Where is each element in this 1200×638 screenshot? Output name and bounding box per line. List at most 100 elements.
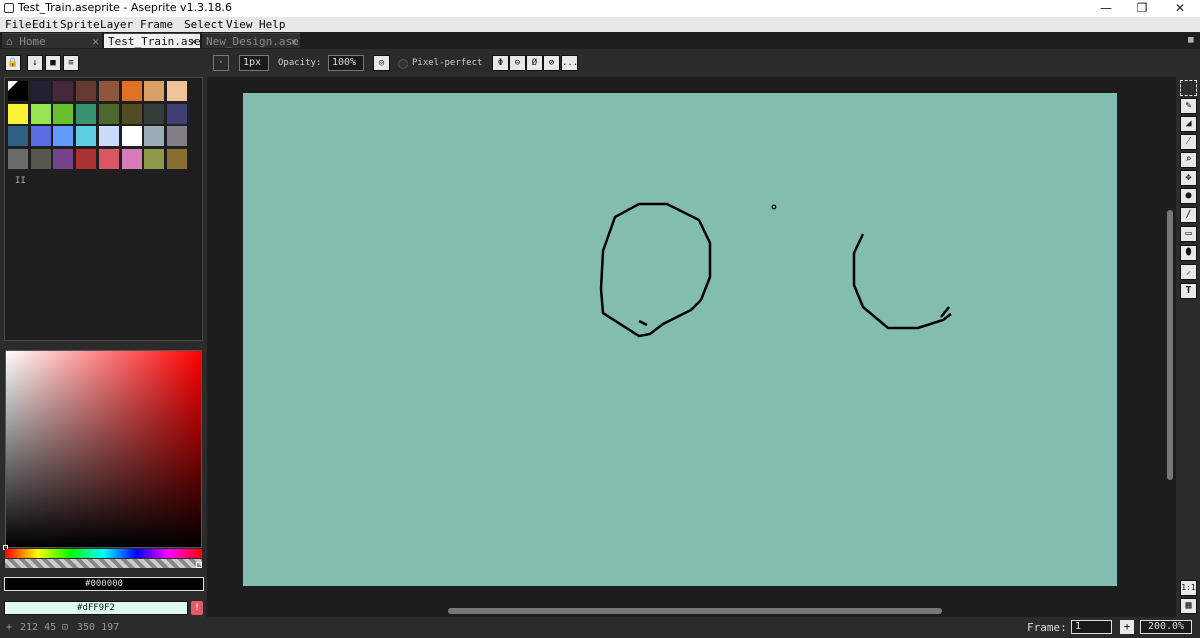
maximize-button[interactable]: ❐ xyxy=(1124,0,1160,17)
text-tool-icon[interactable]: T xyxy=(1180,283,1197,299)
palette-swatch[interactable] xyxy=(52,125,75,147)
palette-swatch[interactable] xyxy=(75,125,98,147)
down-arrow-icon[interactable]: ↓ xyxy=(27,55,43,71)
palette-swatch[interactable] xyxy=(97,80,120,102)
opacity-label: Opacity: xyxy=(278,58,322,68)
rectangle-icon[interactable]: ▭ xyxy=(1180,226,1197,242)
contour-icon[interactable]: ⸝ xyxy=(1180,264,1197,280)
palette-swatch[interactable] xyxy=(120,80,143,102)
vertical-scrollbar[interactable] xyxy=(1167,210,1173,480)
close-window-button[interactable]: ✕ xyxy=(1162,0,1198,17)
palette-swatch[interactable] xyxy=(120,102,143,125)
palette-swatch[interactable] xyxy=(143,147,166,170)
save-palette-icon[interactable]: ■ xyxy=(45,55,61,71)
add-frame-icon[interactable]: + xyxy=(1120,620,1134,634)
foreground-color-field[interactable]: #000000 xyxy=(4,577,204,591)
symmetry-vertical-icon[interactable]: ⊖ xyxy=(509,55,526,71)
status-bar: + 212 45 ⊡ 350 197 Frame: 1 + 200.0% xyxy=(0,617,1200,638)
palette-swatch[interactable] xyxy=(29,102,52,125)
palette-swatch[interactable] xyxy=(7,125,29,147)
sprite-canvas[interactable] xyxy=(243,93,1117,586)
palette-swatch[interactable] xyxy=(165,102,188,125)
pixel-perfect-checkbox[interactable] xyxy=(398,59,408,69)
palette-menu-icon[interactable]: ≡ xyxy=(63,55,79,71)
palette-swatch[interactable] xyxy=(143,125,166,147)
saturation-value-picker[interactable] xyxy=(3,350,202,550)
palette-swatch[interactable] xyxy=(97,102,120,125)
palette-swatch[interactable] xyxy=(143,102,166,125)
palette-swatch[interactable] xyxy=(7,147,29,170)
symmetry-horizontal-icon[interactable]: Φ xyxy=(492,55,509,71)
tab-test-train[interactable]: Test_Train.ase ✕ xyxy=(104,33,201,49)
palette-swatch[interactable] xyxy=(52,102,75,125)
symmetry-off-icon[interactable]: ⊘ xyxy=(543,55,560,71)
alpha-handle[interactable] xyxy=(196,562,202,568)
sprite-size-icon: ⊡ xyxy=(62,622,69,633)
brush-size-field[interactable]: 1px xyxy=(239,55,269,71)
palette-swatch[interactable] xyxy=(52,80,75,102)
rectangular-marquee-icon[interactable] xyxy=(1180,80,1197,96)
cursor-position: 212 45 xyxy=(20,622,57,633)
hue-slider[interactable] xyxy=(5,549,202,558)
palette-swatch[interactable] xyxy=(7,80,29,102)
drawing-strokes xyxy=(599,202,952,338)
pixel-perfect-label: Pixel-perfect xyxy=(412,58,483,68)
close-tab-icon[interactable]: ✕ xyxy=(92,34,99,49)
context-bar: 🔒 ↓ ■ ≡ · 1px Opacity: 100% ◎ Pixel-perf… xyxy=(0,49,1200,77)
palette-swatch[interactable] xyxy=(29,125,52,147)
palette-swatch[interactable] xyxy=(165,147,188,170)
ink-type-icon[interactable]: ◎ xyxy=(373,55,390,71)
close-tab-icon[interactable]: ✕ xyxy=(290,34,297,49)
move-icon[interactable]: ✥ xyxy=(1180,170,1197,186)
palette-swatch[interactable] xyxy=(97,125,120,147)
minimize-button[interactable]: — xyxy=(1088,0,1124,17)
one-to-one-button[interactable]: 1:1 xyxy=(1180,580,1197,596)
background-color-field[interactable]: #dFF9F2 xyxy=(4,601,188,615)
sprite-size: 350 197 xyxy=(77,622,120,633)
palette-swatch[interactable] xyxy=(7,102,29,125)
menu-file[interactable]: File xyxy=(5,17,32,32)
line-icon[interactable]: ∕ xyxy=(1180,207,1197,223)
palette-swatch[interactable] xyxy=(143,80,166,102)
paint-bucket-icon[interactable]: ● xyxy=(1180,188,1197,204)
menu-view[interactable]: View xyxy=(226,17,253,32)
stroke-dot xyxy=(771,204,777,210)
warning-badge[interactable]: ! xyxy=(191,601,203,615)
palette-swatch[interactable] xyxy=(52,147,75,170)
brush-type-icon[interactable]: · xyxy=(213,55,229,71)
symmetry-both-icon[interactable]: Ø xyxy=(526,55,543,71)
menu-select[interactable]: Select xyxy=(184,17,224,32)
blur-icon[interactable]: ⬮ xyxy=(1180,245,1197,261)
palette-swatch[interactable] xyxy=(29,147,52,170)
menu-layer[interactable]: Layer xyxy=(100,17,133,32)
menu-sprite[interactable]: Sprite xyxy=(60,17,100,32)
palette-swatch[interactable] xyxy=(97,147,120,170)
eyedropper-icon[interactable]: ⁄ xyxy=(1180,134,1197,150)
zoom-field[interactable]: 200.0% xyxy=(1140,620,1192,634)
palette-swatch[interactable] xyxy=(29,80,52,102)
eraser-icon[interactable]: ◢ xyxy=(1180,116,1197,132)
alpha-slider[interactable] xyxy=(5,559,202,568)
palette-swatch[interactable] xyxy=(75,102,98,125)
pencil-icon[interactable]: ✎ xyxy=(1180,98,1197,114)
menu-frame[interactable]: Frame xyxy=(140,17,173,32)
frame-field[interactable]: 1 xyxy=(1071,620,1112,634)
tab-new-design[interactable]: New_Design.ase ✕ xyxy=(202,33,300,48)
palette-swatch[interactable] xyxy=(75,80,98,102)
horizontal-scrollbar[interactable] xyxy=(448,608,942,614)
zoom-icon[interactable]: ⌕ xyxy=(1180,152,1197,168)
tabs-menu-icon[interactable]: ▦ xyxy=(1188,35,1196,45)
palette-swatch[interactable] xyxy=(75,147,98,170)
lock-icon[interactable]: 🔒 xyxy=(5,55,21,71)
menu-edit[interactable]: Edit xyxy=(32,17,59,32)
opacity-field[interactable]: 100% xyxy=(328,55,364,71)
timeline-icon[interactable]: ▦ xyxy=(1180,598,1197,614)
palette-swatch[interactable] xyxy=(120,147,143,170)
palette-swatch[interactable] xyxy=(165,125,188,147)
palette-swatch[interactable] xyxy=(165,80,188,102)
close-tab-icon[interactable]: ✕ xyxy=(190,34,197,49)
more-options-button[interactable]: ... xyxy=(561,55,578,71)
menu-help[interactable]: Help xyxy=(259,17,286,32)
palette-swatch[interactable] xyxy=(120,125,143,147)
tab-home[interactable]: ⌂ Home ✕ xyxy=(2,33,102,48)
